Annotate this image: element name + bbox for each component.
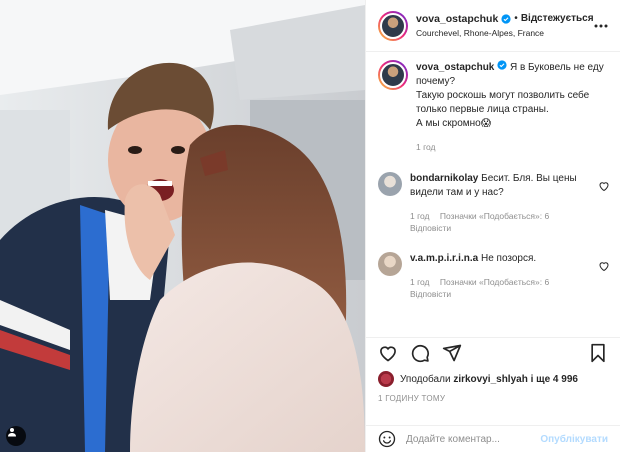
save-button[interactable] [588, 343, 608, 363]
more-dots-icon[interactable] [594, 18, 608, 34]
comment-time[interactable]: 1 год [410, 211, 430, 221]
author-avatar[interactable] [378, 10, 408, 41]
comment-username[interactable]: v.a.m.p.i.r.i.n.a [410, 253, 478, 264]
comment-username[interactable]: bondarnikolay [410, 173, 478, 184]
comment-button[interactable] [410, 343, 430, 363]
comments-list: vova_ostapchuk Я в Буковель не еду почем… [378, 60, 610, 300]
comment-input[interactable] [406, 433, 541, 445]
heart-icon[interactable] [598, 180, 610, 192]
add-comment-bar: Опублікувати [366, 425, 620, 452]
heart-icon [380, 345, 396, 361]
likes-prefix: Уподобали [400, 373, 451, 385]
post-header: vova_ostapchuk • Відстежується Courcheve… [366, 0, 620, 52]
caption-time[interactable]: 1 год [416, 142, 436, 152]
post-photo[interactable] [0, 0, 365, 452]
paper-plane-icon [442, 344, 462, 361]
comment-time[interactable]: 1 год [410, 277, 430, 287]
like-button[interactable] [378, 343, 398, 363]
verified-badge-icon [497, 60, 507, 70]
bookmark-icon [591, 343, 605, 362]
likes-count[interactable]: і ще 4 996 [531, 374, 578, 385]
commenter-avatar[interactable] [378, 252, 402, 276]
share-button[interactable] [442, 343, 462, 363]
post-location[interactable]: Courchevel, Rhone-Alpes, France [416, 26, 594, 40]
comment-text: Не позорся. [480, 253, 537, 264]
verified-badge-icon [501, 13, 511, 24]
header-separator: • [514, 12, 518, 24]
caption-line-3: А мы скромно😱 [416, 118, 492, 129]
caption-avatar[interactable] [378, 60, 408, 90]
comment-likes[interactable]: Позначки «Подобається»: 6 [440, 211, 549, 221]
post-image [0, 0, 365, 452]
caption-line-2: Такую роскошь могут позволить себе тольк… [416, 90, 590, 115]
caption-username[interactable]: vova_ostapchuk [416, 62, 494, 73]
action-bar [366, 337, 620, 367]
user-tag-icon[interactable] [6, 426, 26, 446]
instagram-post: vova_ostapchuk • Відстежується Courcheve… [0, 0, 620, 452]
author-username[interactable]: vova_ostapchuk [416, 12, 498, 26]
following-button[interactable]: Відстежується [521, 12, 594, 26]
publish-button[interactable]: Опублікувати [540, 434, 608, 445]
commenter-avatar[interactable] [378, 172, 402, 196]
comment-item: bondarnikolay Бесит. Бля. Вы цены видели… [378, 172, 610, 244]
comment-likes[interactable]: Позначки «Подобається»: 6 [440, 277, 549, 287]
post-timestamp[interactable]: 1 ГОДИНУ ТОМУ [378, 394, 445, 403]
post-sidebar: vova_ostapchuk • Відстежується Courcheve… [365, 0, 620, 452]
comment-bubble-icon [411, 344, 429, 362]
comment-item: v.a.m.p.i.r.i.n.a Не позорся. 1 год Позн… [378, 252, 610, 300]
reply-button[interactable]: Відповісти [410, 223, 451, 233]
smiley-icon[interactable] [378, 430, 396, 448]
liker-avatar[interactable] [378, 371, 394, 387]
caption: vova_ostapchuk Я в Буковель не еду почем… [378, 60, 610, 164]
heart-icon[interactable] [598, 260, 610, 272]
liker-username[interactable]: zirkovyi_shlyah [453, 374, 527, 385]
likes-summary: Уподобали zirkovyi_shlyah і ще 4 996 [378, 371, 610, 387]
reply-button[interactable]: Відповісти [410, 289, 451, 299]
